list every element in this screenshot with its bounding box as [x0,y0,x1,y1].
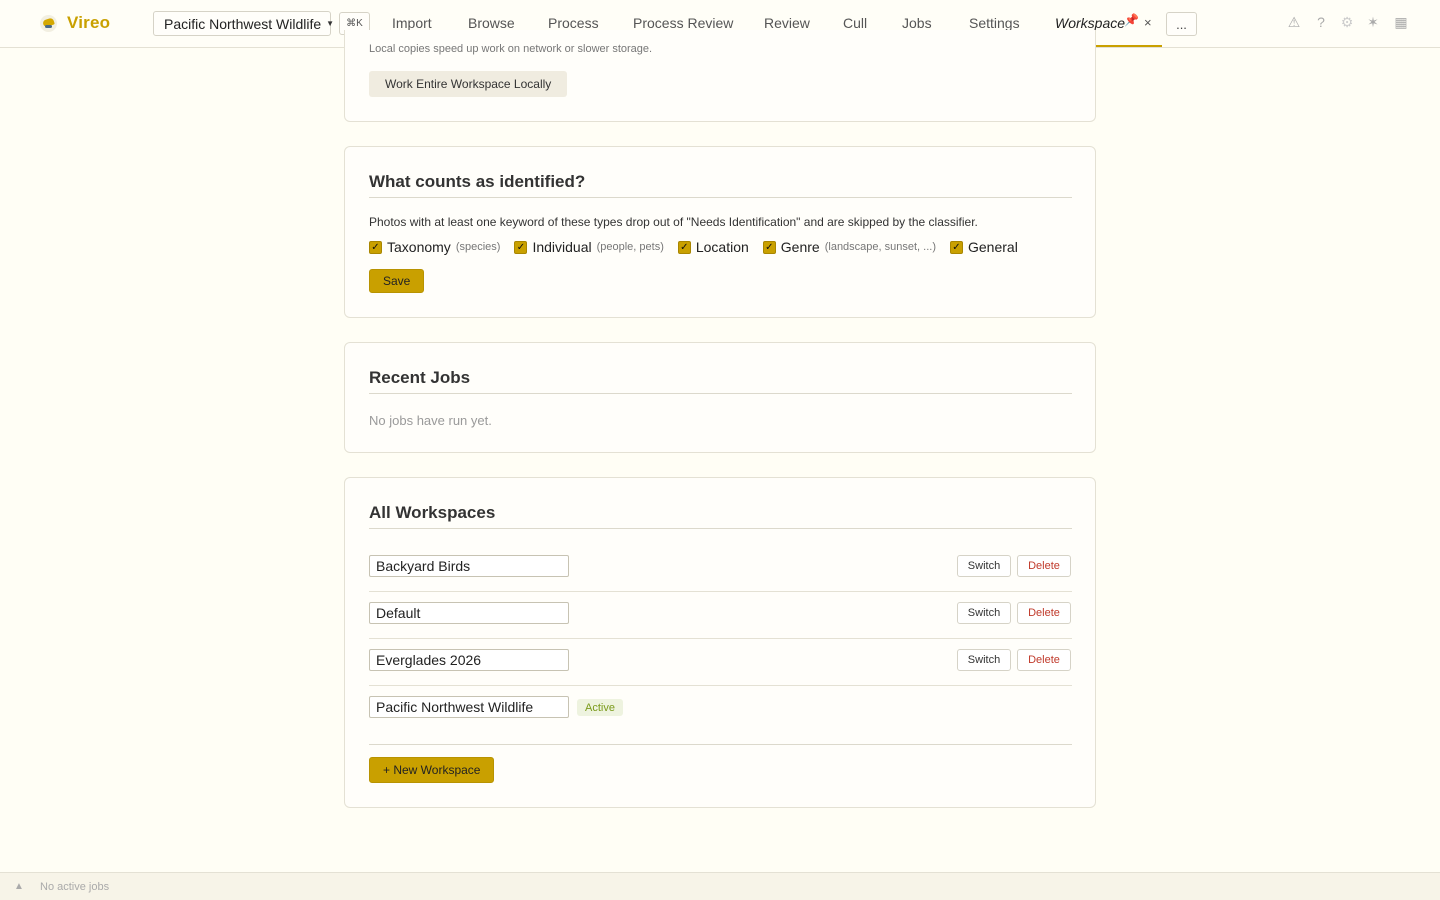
status-bar: ▲ No active jobs [0,872,1440,900]
checkbox-individual[interactable]: ✓ Individual (people, pets) [514,239,664,255]
delete-button[interactable]: Delete [1017,555,1071,577]
warning-icon[interactable]: ⚠ [1286,14,1302,31]
checkbox-label: Taxonomy [387,239,451,255]
help-icon[interactable]: ? [1313,14,1329,30]
settings-icon[interactable]: ⚙ [1339,14,1355,31]
check-icon[interactable]: ✓ [677,240,691,254]
divider [369,393,1072,394]
identified-title: What counts as identified? [369,172,586,191]
checkbox-hint: (species) [455,241,501,253]
expand-jobs-icon[interactable]: ▲ [14,881,24,892]
nav-browse[interactable]: Browse [468,15,515,31]
workspace-name-input[interactable] [369,696,569,718]
workspace-name-input[interactable] [369,555,569,577]
delete-button[interactable]: Delete [1017,602,1071,624]
identified-description: Photos with at least one keyword of thes… [369,215,978,229]
checkbox-label: Genre [780,239,820,255]
theme-icon[interactable]: ✶ [1365,14,1381,31]
vireo-bird-icon [40,14,57,32]
workspace-selector[interactable]: Pacific Northwest Wildlife ▼ [153,11,335,36]
nav-import[interactable]: Import [392,15,432,31]
recent-jobs-card: Recent Jobs No jobs have run yet. [344,342,1096,453]
nav-process[interactable]: Process [548,15,599,31]
status-text: No active jobs [40,881,110,893]
checkbox-general[interactable]: ✓ General [950,239,1018,255]
check-icon[interactable]: ✓ [762,240,776,254]
workspace-row: Switch Delete [369,639,1072,686]
nav-jobs[interactable]: Jobs [902,15,932,31]
switch-button[interactable]: Switch [957,602,1011,624]
nav-process-review[interactable]: Process Review [633,15,733,31]
app-name: Vireo [67,13,111,32]
nav-cull[interactable]: Cull [843,15,867,31]
checkbox-label: Individual [532,239,592,255]
recent-jobs-empty: No jobs have run yet. [369,413,492,428]
workspace-row: Switch Delete [369,545,1072,592]
switch-button[interactable]: Switch [957,555,1011,577]
workspace-selector-label: Pacific Northwest Wildlife [164,15,322,32]
checkbox-hint: (landscape, sunset, ...) [824,241,936,253]
checkbox-hint: (people, pets) [596,241,664,253]
panel-icon[interactable]: ▦ [1393,14,1409,31]
workspace-name-input[interactable] [369,649,569,671]
app-logo[interactable]: Vireo [40,12,110,34]
local-copy-note: Local copies speed up work on network or… [369,43,653,55]
divider [369,197,1072,198]
delete-button[interactable]: Delete [1017,649,1071,671]
workspace-row-active: Active [369,686,1072,733]
identified-options: ✓ Taxonomy (species) ✓ Individual (peopl… [369,239,1032,255]
checkbox-label: Location [695,239,749,255]
checkbox-location[interactable]: ✓ Location [677,239,749,255]
recent-jobs-title: Recent Jobs [369,368,471,387]
check-icon[interactable]: ✓ [514,240,528,254]
checkbox-genre[interactable]: ✓ Genre (landscape, sunset, ...) [762,239,936,255]
check-icon[interactable]: ✓ [950,240,963,254]
nav-review[interactable]: Review [764,15,810,31]
local-copy-card: Local copies speed up work on network or… [344,30,1096,122]
save-button[interactable]: Save [369,269,425,293]
check-icon[interactable]: ✓ [369,240,382,254]
all-workspaces-title: All Workspaces [369,503,496,522]
nav-settings[interactable]: Settings [969,15,1020,31]
work-locally-button[interactable]: Work Entire Workspace Locally [369,71,568,97]
divider [369,528,1072,529]
all-workspaces-card: All Workspaces Switch Delete Switch Dele… [344,477,1096,808]
checkbox-taxonomy[interactable]: ✓ Taxonomy (species) [369,239,500,255]
switch-button[interactable]: Switch [957,649,1011,671]
tab-workspace-label: Workspace [1055,15,1126,31]
divider [369,744,1072,745]
new-workspace-button[interactable]: + New Workspace [369,757,495,783]
workspace-row: Switch Delete [369,592,1072,639]
close-icon[interactable]: × [1144,15,1152,30]
chevron-down-icon: ▼ [326,19,335,28]
checkbox-label: General [968,239,1018,255]
active-badge: Active [577,699,623,716]
more-tabs-button[interactable]: ... [1166,12,1197,36]
pin-icon[interactable]: 📌 [1124,13,1139,27]
workspace-name-input[interactable] [369,602,569,624]
identified-card: What counts as identified? Photos with a… [344,146,1096,318]
